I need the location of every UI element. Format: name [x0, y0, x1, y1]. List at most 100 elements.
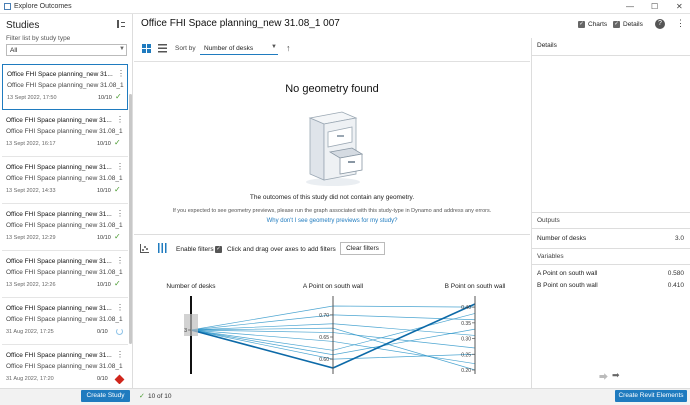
more-options-icon[interactable]: ⋮ [116, 115, 124, 124]
tick-label: 0.60 [319, 357, 329, 363]
enable-filters-checkbox[interactable]: ✓ [215, 246, 222, 253]
study-card[interactable]: Office FHI Space planning_new 31... ⋮ Of… [2, 252, 128, 298]
grid-view-icon[interactable] [142, 44, 151, 53]
minimize-button[interactable]: — [626, 2, 634, 11]
study-date: 31 Aug 2022, 17:20 [6, 376, 54, 382]
complete-check-icon: ✓ [114, 232, 121, 241]
studies-panel: Studies Filter list by study type All ▼ … [0, 14, 133, 405]
previous-arrow-icon[interactable]: ⮕ [599, 370, 608, 383]
study-name: Office FHI Space planning_new 31... [6, 211, 112, 218]
study-subtitle: Office FHI Space planning_new 31.08_1 [6, 175, 123, 182]
tick-label: 0.25 [461, 352, 471, 358]
details-label: Details [623, 21, 643, 28]
variable-value: 0.410 [667, 282, 684, 289]
maximize-button[interactable]: ☐ [651, 2, 658, 11]
study-date: 13 Sept 2022, 16:17 [6, 141, 56, 147]
sort-select[interactable]: Number of desks ▼ [200, 43, 278, 55]
tick-label: 0.65 [319, 335, 329, 341]
geometry-help-link[interactable]: Why don't I see geometry previews for my… [134, 218, 530, 224]
study-name: Office FHI Space planning_new 31... [6, 117, 112, 124]
help-icon[interactable]: ? [655, 19, 665, 29]
tick-label: 3 [184, 328, 187, 334]
variable-label: B Point on south wall [537, 282, 598, 289]
clear-filters-button[interactable]: Clear filters [340, 242, 385, 255]
study-date: 13 Sept 2022, 14:33 [6, 188, 56, 194]
axis-label-2: B Point on south wall [445, 283, 506, 290]
complete-check-icon: ✓ [114, 138, 121, 147]
outcome-title: Office FHI Space planning_new 31.08_1 00… [141, 18, 340, 29]
more-options-icon[interactable]: ⋮ [116, 256, 124, 265]
study-name: Office FHI Space planning_new 31... [6, 305, 112, 312]
parallel-coordinates-icon[interactable] [157, 243, 167, 253]
study-card[interactable]: Office FHI Space planning_new 31... ⋮ Of… [2, 299, 128, 345]
study-count: 10/10 [98, 95, 112, 101]
complete-check-icon: ✓ [114, 279, 121, 288]
divider [531, 248, 690, 249]
divider [531, 55, 690, 56]
no-geometry-title: No geometry found [285, 83, 379, 95]
create-revit-elements-button[interactable]: Create Revit Elements [615, 390, 687, 402]
sort-label: Sort by [175, 45, 196, 52]
variables-heading: Variables [537, 253, 564, 260]
study-count: 0/10 [97, 329, 108, 335]
more-options-icon[interactable]: ⋮ [116, 303, 124, 312]
study-count: 10/10 [97, 141, 111, 147]
collapse-panel-icon[interactable] [117, 20, 126, 28]
more-options-icon[interactable]: ⋮ [117, 69, 125, 78]
tick-label: 0.30 [461, 337, 471, 343]
study-card[interactable]: Office FHI Space planning_new 31... ⋮ Of… [2, 346, 128, 384]
sort-direction-icon[interactable]: ↑ [286, 43, 291, 53]
window-title: Explore Outcomes [14, 3, 72, 10]
create-study-button[interactable]: Create Study [81, 390, 130, 402]
charts-checkbox[interactable]: ✓ [578, 21, 585, 28]
no-geometry-hint: If you expected to see geometry previews… [172, 208, 492, 214]
study-card[interactable]: Office FHI Space planning_new 31... ⋮ Of… [2, 111, 128, 157]
study-count: 10/10 [97, 282, 111, 288]
study-count: 10/10 [97, 235, 111, 241]
study-type-filter-select[interactable]: All ▼ [6, 44, 127, 56]
study-count: 10/10 [97, 188, 111, 194]
study-card[interactable]: Office FHI Space planning_new 31... ⋮ Of… [2, 158, 128, 204]
tick-label: 0.20 [461, 368, 471, 374]
more-options-icon[interactable]: ⋮ [116, 350, 124, 359]
study-name: Office FHI Space planning_new 31... [6, 258, 112, 265]
next-arrow-icon[interactable]: ➡ [612, 370, 620, 381]
tick-label: 0.40 [461, 305, 471, 311]
study-card[interactable]: Office FHI Space planning_new 31... ⋮ Of… [2, 64, 128, 110]
study-name: Office FHI Space planning_new 31... [7, 71, 113, 78]
list-view-icon[interactable] [158, 44, 167, 53]
study-name: Office FHI Space planning_new 31... [6, 164, 112, 171]
more-options-icon[interactable]: ⋮ [116, 162, 124, 171]
details-checkbox[interactable]: ✓ [613, 21, 620, 28]
study-date: 13 Sept 2022, 12:26 [6, 282, 56, 288]
divider [531, 228, 690, 229]
study-subtitle: Office FHI Space planning_new 31.08_1 [6, 316, 123, 323]
tick-label: 0.70 [319, 313, 329, 319]
axis-label-0: Number of desks [166, 283, 216, 290]
filter-value: All [10, 47, 18, 54]
running-spinner-icon [116, 328, 123, 335]
study-card[interactable]: Office FHI Space planning_new 31... ⋮ Of… [2, 205, 128, 251]
study-subtitle: Office FHI Space planning_new 31.08_1 [6, 128, 123, 135]
details-heading: Details [537, 42, 557, 49]
close-window-button[interactable]: ✕ [676, 2, 683, 11]
complete-check-icon: ✓ [114, 185, 121, 194]
filter-label: Filter list by study type [6, 35, 71, 42]
sort-value: Number of desks [204, 45, 254, 52]
more-options-icon[interactable]: ⋮ [116, 209, 124, 218]
chevron-down-icon: ▼ [119, 46, 125, 52]
study-count: 0/10 [97, 376, 108, 382]
complete-check-icon: ✓ [115, 92, 122, 101]
app-logo-icon [4, 3, 11, 10]
study-list-scrollbar[interactable] [129, 94, 132, 344]
study-date: 13 Sept 2022, 17:50 [7, 95, 57, 101]
study-subtitle: Office FHI Space planning_new 31.08_1 [6, 363, 123, 370]
study-subtitle: Office FHI Space planning_new 31.08_1 [7, 82, 124, 89]
parallel-coordinates-chart[interactable]: Number of desks A Point on south wall B … [134, 260, 530, 388]
more-options-icon[interactable]: ⋮ [676, 18, 685, 29]
charts-label: Charts [588, 21, 608, 28]
scatter-chart-icon[interactable] [140, 244, 149, 253]
outputs-heading: Outputs [537, 217, 560, 224]
window-titlebar: Explore Outcomes — ☐ ✕ [0, 0, 690, 14]
study-subtitle: Office FHI Space planning_new 31.08_1 [6, 222, 123, 229]
